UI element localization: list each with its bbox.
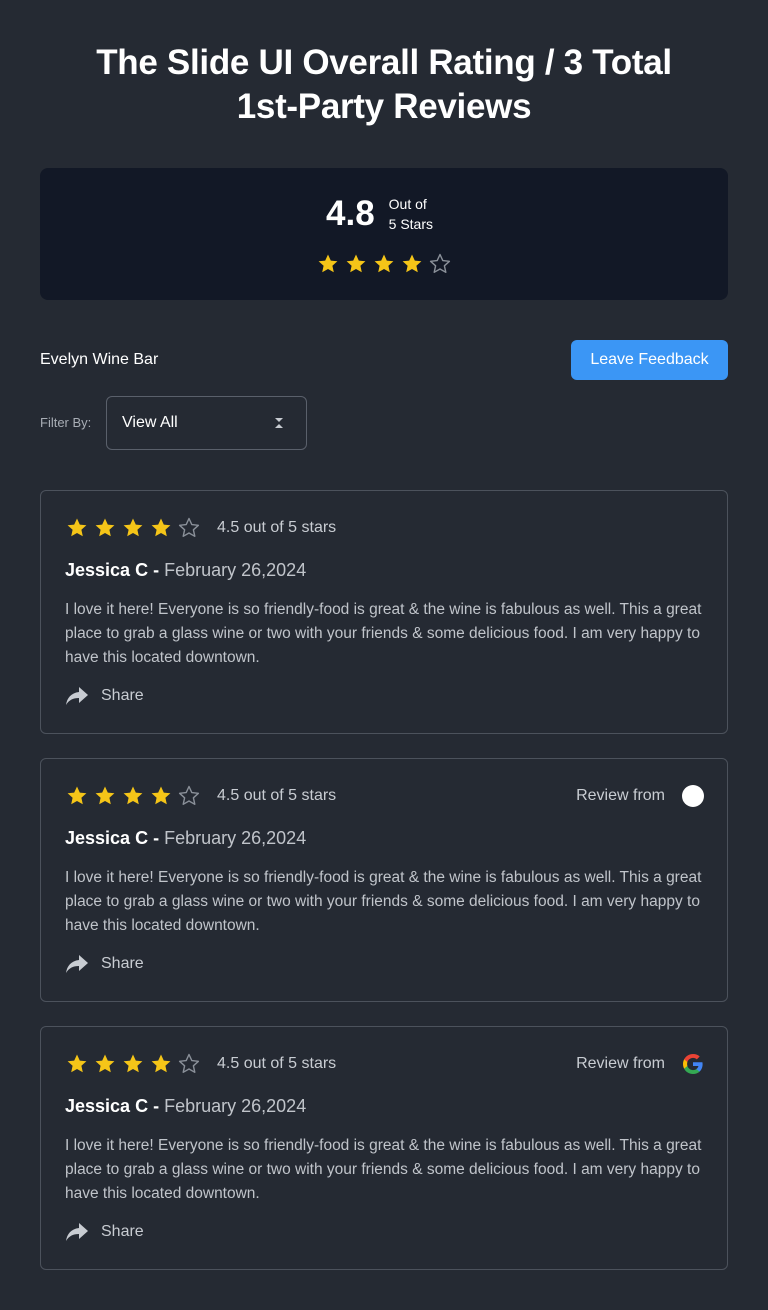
star-filled-icon <box>95 786 115 805</box>
star-filled-icon <box>151 1054 171 1073</box>
review-stars <box>65 1052 201 1076</box>
reviewer-line: Jessica C - February 26,2024 <box>65 1094 306 1118</box>
page-title: The Slide UI Overall Rating / 3 Total 1s… <box>96 43 672 126</box>
review-source: Review from <box>576 1052 705 1076</box>
star-filled-icon <box>95 518 115 537</box>
share-arrow-icon <box>66 955 88 973</box>
star-filled-icon <box>67 518 87 537</box>
reviewer-name: Jessica C <box>65 1096 149 1116</box>
reviewer-line: Jessica C - February 26,2024 <box>65 826 306 850</box>
star-empty-icon <box>429 253 451 273</box>
review-source: Review from <box>576 784 705 808</box>
google-icon <box>683 1054 703 1074</box>
filter-label: Filter By: <box>40 415 92 430</box>
score-scale: Out of 5 Stars <box>389 194 433 234</box>
review-rating-text: 4.5 out of 5 stars <box>217 1055 337 1072</box>
reviewer-separator: - <box>153 828 160 848</box>
white-circle-icon <box>682 785 704 807</box>
rating-summary-card <box>40 168 728 300</box>
overall-stars <box>316 252 452 276</box>
business-name: Evelyn Wine Bar <box>40 351 159 368</box>
score-scale-line1: Out of <box>388 196 427 212</box>
review-stars <box>65 516 201 540</box>
share-label: Share <box>101 687 144 704</box>
share-label: Share <box>101 1223 144 1240</box>
star-filled-icon <box>402 254 422 273</box>
reviews-page: The Slide UI Overall Rating / 3 Total 1s… <box>0 0 768 1310</box>
share-button[interactable]: Share <box>65 954 144 974</box>
star-filled-icon <box>318 254 338 273</box>
reviewer-separator: - <box>153 1096 160 1116</box>
review-card: 4.5 out of 5 stars Review from Jessica C… <box>40 758 728 1002</box>
review-text: I love it here! Everyone is so friendly-… <box>65 601 702 666</box>
score-scale-line2: 5 Stars <box>388 216 434 232</box>
filter-selected-value: View All <box>122 414 178 431</box>
star-empty-icon <box>178 785 200 805</box>
review-date: February 26,2024 <box>164 828 307 848</box>
share-button[interactable]: Share <box>65 1222 144 1242</box>
reviewer-name: Jessica C <box>65 560 149 580</box>
review-source-label: Review from <box>576 1055 665 1072</box>
review-stars <box>65 784 201 808</box>
review-card: 4.5 out of 5 stars Review from Jessica C… <box>40 1026 728 1270</box>
star-empty-icon <box>178 1053 200 1073</box>
review-text: I love it here! Everyone is so friendly-… <box>65 1137 702 1202</box>
review-card: 4.5 out of 5 stars Jessica C - February … <box>40 490 728 734</box>
reviewer-line: Jessica C - February 26,2024 <box>65 558 306 582</box>
star-empty-icon <box>178 517 200 537</box>
star-filled-icon <box>67 1054 87 1073</box>
star-filled-icon <box>123 1054 143 1073</box>
star-filled-icon <box>151 786 171 805</box>
filter-select[interactable]: View All <box>106 396 307 450</box>
share-button[interactable]: Share <box>65 686 144 706</box>
share-arrow-icon <box>66 1223 88 1241</box>
star-filled-icon <box>67 786 87 805</box>
reviewer-separator: - <box>153 560 160 580</box>
leave-feedback-button[interactable]: Leave Feedback <box>571 340 728 380</box>
reviewer-name: Jessica C <box>65 828 149 848</box>
star-filled-icon <box>346 254 366 273</box>
star-filled-icon <box>123 518 143 537</box>
review-rating-text: 4.5 out of 5 stars <box>217 787 337 804</box>
review-date: February 26,2024 <box>164 1096 307 1116</box>
review-source-label: Review from <box>576 787 665 804</box>
rating-summary: 4.8 Out of 5 Stars <box>326 194 433 234</box>
sort-arrows-icon <box>275 418 283 428</box>
review-text: I love it here! Everyone is so friendly-… <box>65 869 702 934</box>
share-arrow-icon <box>66 687 88 705</box>
review-date: February 26,2024 <box>164 560 307 580</box>
star-filled-icon <box>123 786 143 805</box>
star-filled-icon <box>374 254 394 273</box>
review-rating-text: 4.5 out of 5 stars <box>217 519 337 536</box>
share-label: Share <box>101 955 144 972</box>
overall-score: 4.8 <box>326 194 375 233</box>
star-filled-icon <box>151 518 171 537</box>
star-filled-icon <box>95 1054 115 1073</box>
